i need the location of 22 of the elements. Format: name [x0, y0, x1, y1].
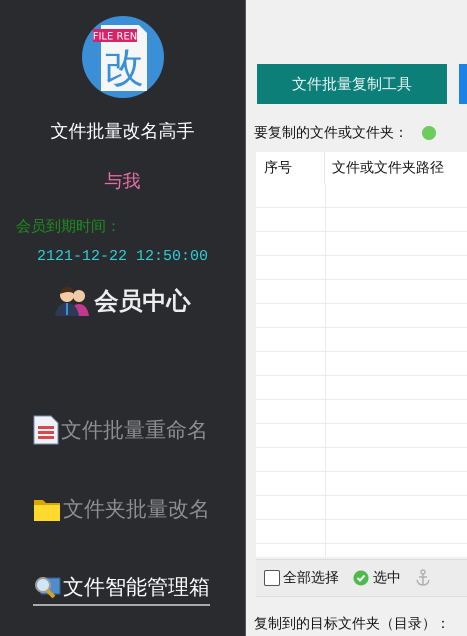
member-center-button[interactable]: 会员中心 — [54, 285, 190, 317]
column-header: 序号 — [256, 152, 325, 184]
select-button[interactable]: 选中 — [353, 569, 401, 587]
source-label: 要复制的文件或文件夹： — [254, 124, 408, 142]
people-icon — [54, 286, 88, 316]
check-icon — [353, 570, 369, 586]
app-title: 文件批量改名高手 — [50, 120, 194, 143]
nav-item[interactable]: 文件智能管理箱 — [33, 573, 210, 606]
magnifier-icon — [33, 575, 61, 599]
anchor-icon[interactable] — [415, 569, 431, 587]
document-icon — [33, 415, 59, 445]
membership-label: 会员到期时间： — [16, 217, 121, 236]
target-label: 复制到的目标文件夹（目录）： — [254, 615, 451, 633]
about-link[interactable]: 与我 — [104, 169, 140, 193]
nav-item[interactable]: 文件夹批量改名 — [33, 495, 210, 526]
column-header: 文件或文件夹路径 — [331, 159, 444, 177]
nav-item[interactable]: 文件批量重命名 — [33, 415, 210, 448]
select-all-checkbox[interactable]: 全部选择 — [264, 569, 339, 587]
expiry-date: 2121-12-22 12:50:00 — [37, 248, 208, 265]
copy-tool-button[interactable]: 文件批量复制工具 — [257, 64, 447, 104]
app-logo-icon: FILE REN 改 — [80, 15, 164, 99]
checkbox[interactable] — [264, 570, 280, 586]
